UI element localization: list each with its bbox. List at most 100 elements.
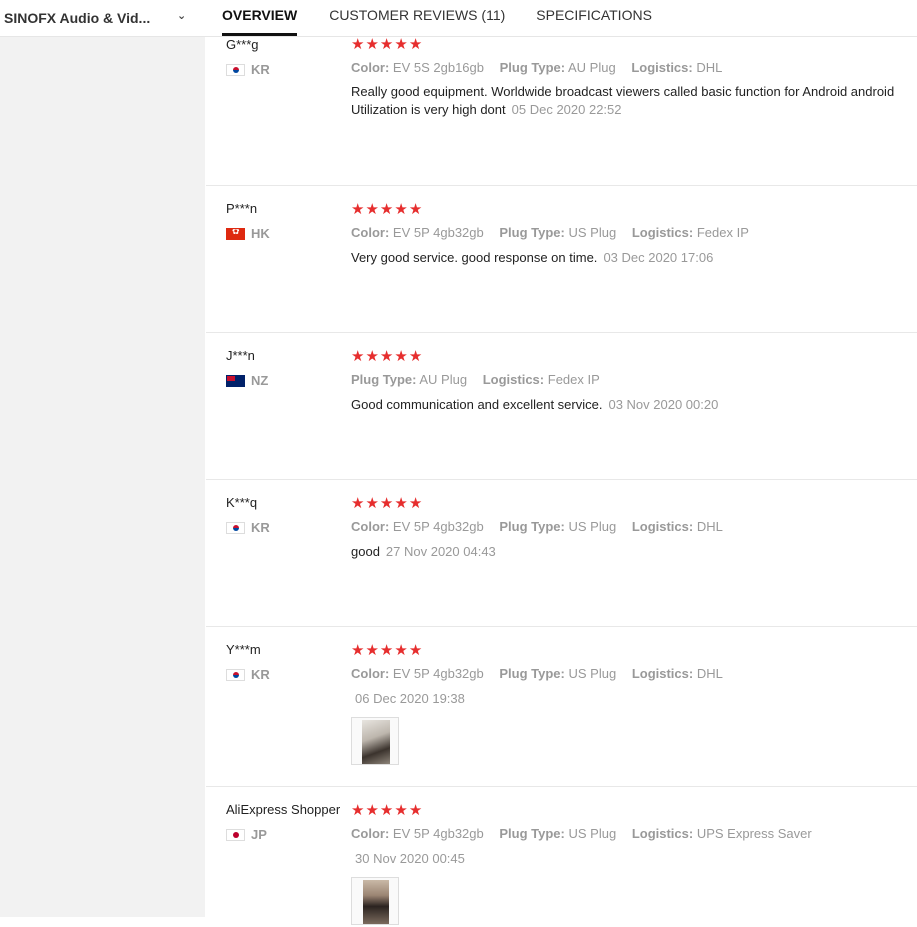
star-icon: ★ xyxy=(365,642,379,659)
review-photo-thumbnail[interactable] xyxy=(351,717,399,765)
review-text: 06 Dec 2020 19:38 xyxy=(351,690,917,708)
reviews-list: G***g KR ★ ★ ★ ★ ★ Color: EV 5S 2gb16gb Plug… xyxy=(206,37,917,925)
chevron-down-icon: ⌄ xyxy=(177,10,187,22)
plug-type-label: Plug Type: xyxy=(351,372,417,387)
review-date: 06 Dec 2020 19:38 xyxy=(355,691,465,706)
review-photo-image xyxy=(363,880,389,924)
star-rating: ★ ★ ★ ★ ★ xyxy=(351,202,422,217)
star-icon: ★ xyxy=(394,36,408,53)
country-code: NZ xyxy=(251,373,269,388)
logistics-value: Fedex IP xyxy=(547,372,600,387)
star-icon: ★ xyxy=(408,201,423,218)
plug-type-label: Plug Type: xyxy=(499,826,565,841)
review-attributes: Color: EV 5S 2gb16gb Plug Type: AU Plug … xyxy=(351,60,734,75)
star-icon: ★ xyxy=(408,642,423,659)
plug-type-value: US Plug xyxy=(568,826,617,841)
logistics-value: DHL xyxy=(696,60,723,75)
star-icon: ★ xyxy=(365,36,379,53)
kr-flag-icon xyxy=(226,521,245,534)
review-item: K***q KR ★ ★ ★ ★ ★ Color: EV 5P 4gb32gb Plug… xyxy=(206,480,917,627)
logistics-label: Logistics: xyxy=(631,60,693,75)
review-date: 03 Dec 2020 17:06 xyxy=(603,250,714,265)
star-icon: ★ xyxy=(365,348,379,365)
tab-bar: OVERVIEW CUSTOMER REVIEWS (11) SPECIFICA… xyxy=(205,0,652,36)
review-attributes: Color: EV 5P 4gb32gb Plug Type: US Plug … xyxy=(351,519,735,534)
star-icon: ★ xyxy=(408,348,423,365)
logistics-value: DHL xyxy=(696,519,723,534)
star-icon: ★ xyxy=(379,36,394,53)
star-icon: ★ xyxy=(379,201,394,218)
reviewer-country: KR xyxy=(226,667,270,682)
plug-type-label: Plug Type: xyxy=(499,225,565,240)
kr-flag-icon xyxy=(226,668,245,681)
top-bar: SINOFX Audio & Vid... ⌄ OVERVIEW CUSTOME… xyxy=(0,0,917,37)
star-icon: ★ xyxy=(394,348,408,365)
review-item: P***n HK ★★★★★ Color: EV 5P 4gb32gb Plug… xyxy=(206,186,917,333)
color-value: EV 5S 2gb16gb xyxy=(392,60,484,75)
reviewer-name: Y***m xyxy=(226,642,261,657)
review-attributes: Plug Type: AU Plug Logistics: Fedex IP xyxy=(351,372,612,387)
review-text: Very good service. good response on time… xyxy=(351,249,917,267)
country-code: KR xyxy=(251,667,270,682)
star-icon: ★ xyxy=(408,495,423,512)
star-icon: ★ xyxy=(394,642,408,659)
star-icon: ★ xyxy=(394,802,408,819)
reviewer-country: KR xyxy=(226,520,270,535)
reviewer-name: K***q xyxy=(226,495,258,510)
reviewer-country: KR xyxy=(226,62,270,77)
review-date: 05 Dec 2020 22:52 xyxy=(511,102,622,117)
plug-type-label: Plug Type: xyxy=(499,519,565,534)
star-icon: ★ xyxy=(351,201,365,218)
plug-type-value: US Plug xyxy=(568,225,617,240)
country-code: KR xyxy=(251,520,270,535)
star-rating: ★ ★ ★ ★ ★ xyxy=(351,496,422,511)
kr-flag-icon xyxy=(226,63,245,76)
star-icon: ★ xyxy=(408,802,423,819)
star-icon: ★ xyxy=(379,642,394,659)
country-code: HK xyxy=(251,226,270,241)
logistics-value: Fedex IP xyxy=(696,225,749,240)
review-attributes: Color: EV 5P 4gb32gb Plug Type: US Plug … xyxy=(351,826,824,841)
plug-type-label: Plug Type: xyxy=(499,60,566,75)
review-item: Y***m KR ★ ★ ★ ★ ★ Color: EV 5P 4gb32gb Plug… xyxy=(206,627,917,787)
review-attributes: Color: EV 5P 4gb32gb Plug Type: US Plug … xyxy=(351,666,735,681)
logistics-value: UPS Express Saver xyxy=(696,826,812,841)
star-icon: ★ xyxy=(394,495,408,512)
star-icon: ★ xyxy=(351,642,365,659)
store-name: SINOFX Audio & Vid... xyxy=(4,10,151,26)
reviewer-name: AliExpress Shopper xyxy=(226,802,341,817)
review-date: 30 Nov 2020 00:45 xyxy=(355,851,465,866)
color-label: Color: xyxy=(351,225,390,240)
color-value: EV 5P 4gb32gb xyxy=(392,666,484,681)
color-label: Color: xyxy=(351,60,390,75)
plug-type-value: US Plug xyxy=(568,519,617,534)
color-label: Color: xyxy=(351,826,390,841)
review-body: Really good equipment. Worldwide broadca… xyxy=(351,84,895,117)
tab-overview[interactable]: OVERVIEW xyxy=(222,0,298,36)
review-date: 27 Nov 2020 04:43 xyxy=(385,544,496,559)
review-photo-thumbnail[interactable] xyxy=(351,877,399,925)
logistics-label: Logistics: xyxy=(631,519,694,534)
country-code: KR xyxy=(251,62,270,77)
logistics-label: Logistics: xyxy=(631,666,694,681)
plug-type-value: AU Plug xyxy=(419,372,468,387)
star-icon: ★ xyxy=(365,802,379,819)
store-selector[interactable]: SINOFX Audio & Vid... ⌄ xyxy=(0,0,205,36)
review-body: good xyxy=(351,544,380,559)
review-text: 30 Nov 2020 00:45 xyxy=(351,850,917,868)
star-icon: ★ xyxy=(379,495,394,512)
star-rating: ★ ★ ★ ★ ★ xyxy=(351,37,422,52)
reviewer-country: NZ xyxy=(226,373,268,388)
review-item: G***g KR ★ ★ ★ ★ ★ Color: EV 5S 2gb16gb Plug… xyxy=(206,37,917,186)
tab-customer-reviews[interactable]: CUSTOMER REVIEWS (11) xyxy=(329,0,505,36)
review-date: 03 Nov 2020 00:20 xyxy=(608,397,719,412)
tab-specifications[interactable]: SPECIFICATIONS xyxy=(536,0,652,36)
logistics-label: Logistics: xyxy=(631,225,694,240)
color-value: EV 5P 4gb32gb xyxy=(392,225,484,240)
review-body: Very good service. good response on time… xyxy=(351,250,598,265)
star-icon: ★ xyxy=(351,802,365,819)
logistics-value: DHL xyxy=(696,666,723,681)
logistics-label: Logistics: xyxy=(482,372,545,387)
review-item: AliExpress Shopper JP ★ ★ ★ ★ ★ Color: EV 5P… xyxy=(206,787,917,927)
country-code: JP xyxy=(251,827,267,842)
